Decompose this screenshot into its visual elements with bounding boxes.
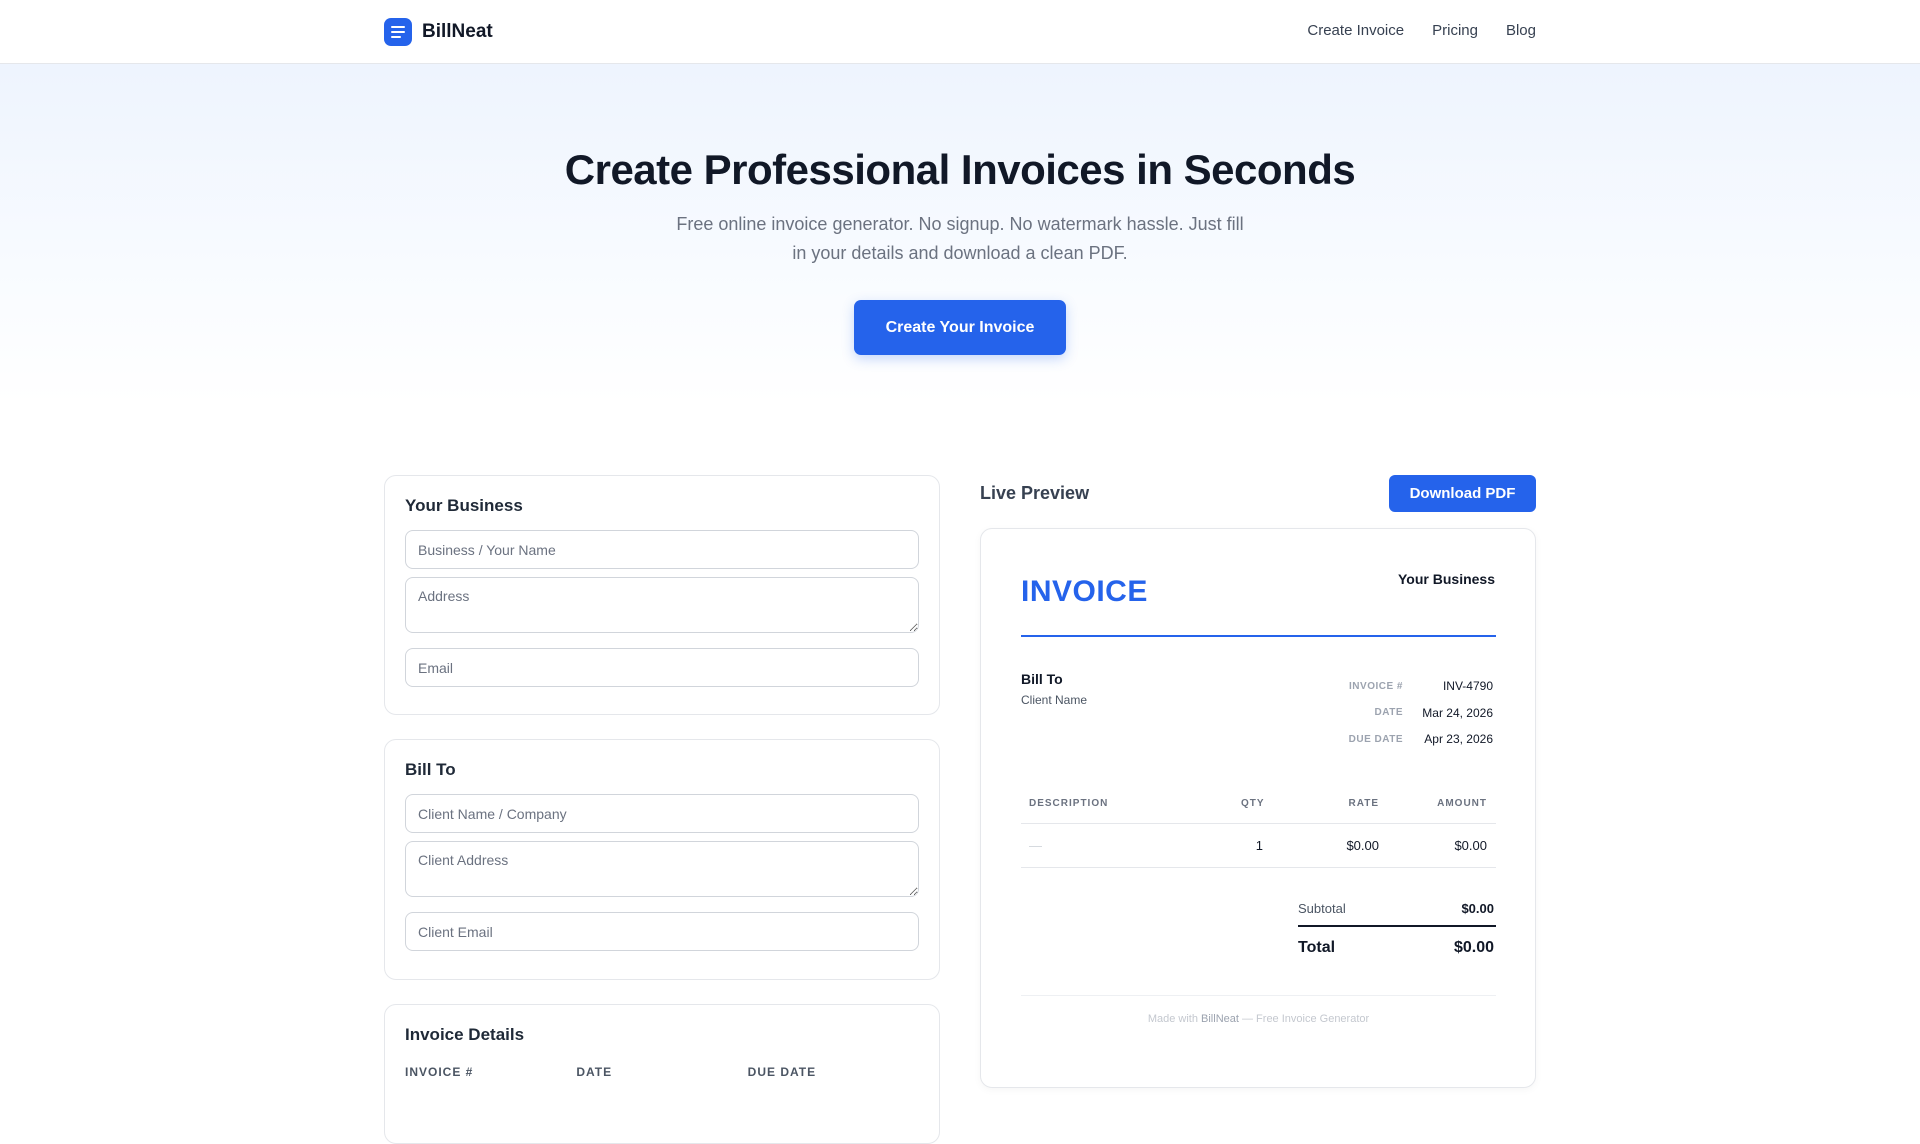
line-item-description: — [1029, 838, 1042, 853]
meta-row-due-date: DUE DATE Apr 23, 2026 [1313, 726, 1493, 753]
hero-section: Create Professional Invoices in Seconds … [0, 64, 1920, 404]
invoice-meta: INVOICE # INV-4790 DATE Mar 24, 2026 DUE… [1313, 673, 1493, 753]
invoice-due-date-label: DUE DATE [747, 1065, 817, 1079]
client-name-input[interactable] [405, 794, 919, 833]
hero-title: Create Professional Invoices in Seconds [564, 146, 1356, 193]
brand-name: BillNeat [422, 21, 493, 42]
total-label: Total [1298, 939, 1336, 956]
client-address-input[interactable] [405, 841, 919, 897]
nav-pricing[interactable]: Pricing [1432, 20, 1478, 42]
meta-value: INV-4790 [1442, 679, 1493, 694]
invoice-totals: Subtotal $0.00 Total $0.00 [1298, 891, 1496, 969]
meta-row-invoice-number: INVOICE # INV-4790 [1313, 673, 1493, 700]
column-header-amount: AMOUNT [1437, 798, 1487, 809]
live-preview-title: Live Preview [980, 483, 1090, 503]
line-items-header: DESCRIPTION QTY RATE AMOUNT [1021, 784, 1496, 824]
meta-label: INVOICE # [1349, 680, 1403, 692]
nav-create-invoice[interactable]: Create Invoice [1307, 20, 1404, 42]
line-items-table: DESCRIPTION QTY RATE AMOUNT — 1 $0.00 $0… [1021, 784, 1496, 868]
subtotal-rule-gap [1424, 927, 1427, 930]
nav-blog[interactable]: Blog [1506, 20, 1536, 42]
footer-suffix: — Free Invoice Generator [1242, 1013, 1370, 1025]
client-email-input[interactable] [405, 912, 919, 951]
line-item-amount: $0.00 [1454, 838, 1487, 853]
business-name-input[interactable] [405, 530, 919, 569]
table-row: — 1 $0.00 $0.00 [1021, 824, 1496, 868]
bill-to-card: Bill To [384, 739, 940, 980]
brand-logo-link[interactable]: BillNeat [384, 18, 493, 46]
main-nav: Create Invoice Pricing Blog [1307, 20, 1536, 42]
meta-label: DATE [1374, 707, 1403, 719]
meta-row-date: DATE Mar 24, 2026 [1313, 700, 1493, 727]
meta-value: Mar 24, 2026 [1422, 705, 1493, 720]
subtotal-label: Subtotal [1298, 900, 1346, 916]
business-card: Your Business [384, 475, 940, 715]
business-email-input[interactable] [405, 648, 919, 687]
invoice-heading: INVOICE [1021, 575, 1148, 608]
download-pdf-button[interactable]: Download PDF [1389, 475, 1536, 512]
subtotal-value: $0.00 [1461, 900, 1494, 916]
total-row: Total $0.00 [1298, 927, 1496, 969]
column-header-description: DESCRIPTION [1029, 798, 1109, 809]
footer-prefix: Made with [1147, 1013, 1198, 1025]
invoice-date-label: DATE [576, 1065, 613, 1079]
footer-brand-link[interactable]: BillNeat [1201, 1013, 1239, 1025]
invoice-business-name: Your Business [1398, 571, 1495, 587]
bill-to-card-title: Bill To [405, 760, 456, 779]
business-card-title: Your Business [405, 496, 523, 515]
meta-value: Apr 23, 2026 [1424, 732, 1493, 747]
total-value: $0.00 [1453, 939, 1494, 956]
invoice-footer: Made with BillNeat — Free Invoice Genera… [1021, 1013, 1496, 1025]
invoice-preview-sheet: INVOICE Your Business Bill To Client Nam… [980, 528, 1536, 1088]
document-lines-icon [384, 18, 412, 46]
invoice-details-card-title: Invoice Details [405, 1025, 525, 1044]
column-header-qty: QTY [1241, 798, 1265, 809]
line-item-rate: $0.00 [1346, 838, 1379, 853]
invoice-bill-to-label: Bill To [1021, 671, 1063, 687]
invoice-number-label: INVOICE # [405, 1065, 474, 1079]
invoice-details-card: Invoice Details INVOICE # DATE DUE DATE [384, 1004, 940, 1144]
create-invoice-cta-button[interactable]: Create Your Invoice [854, 300, 1066, 355]
invoice-details-labels: INVOICE # DATE DUE DATE [405, 1065, 919, 1079]
meta-label: DUE DATE [1348, 733, 1403, 745]
subtotal-row: Subtotal $0.00 [1298, 891, 1496, 927]
business-address-input[interactable] [405, 577, 919, 633]
line-item-qty: 1 [1255, 838, 1263, 853]
column-header-rate: RATE [1348, 798, 1379, 809]
top-navigation-bar: BillNeat Create Invoice Pricing Blog [0, 0, 1920, 64]
invoice-header-divider [1021, 635, 1496, 637]
hero-subtitle: Free online invoice generator. No signup… [676, 214, 1244, 263]
invoice-client-name: Client Name [1021, 693, 1088, 707]
invoice-footer-divider [1021, 995, 1496, 996]
